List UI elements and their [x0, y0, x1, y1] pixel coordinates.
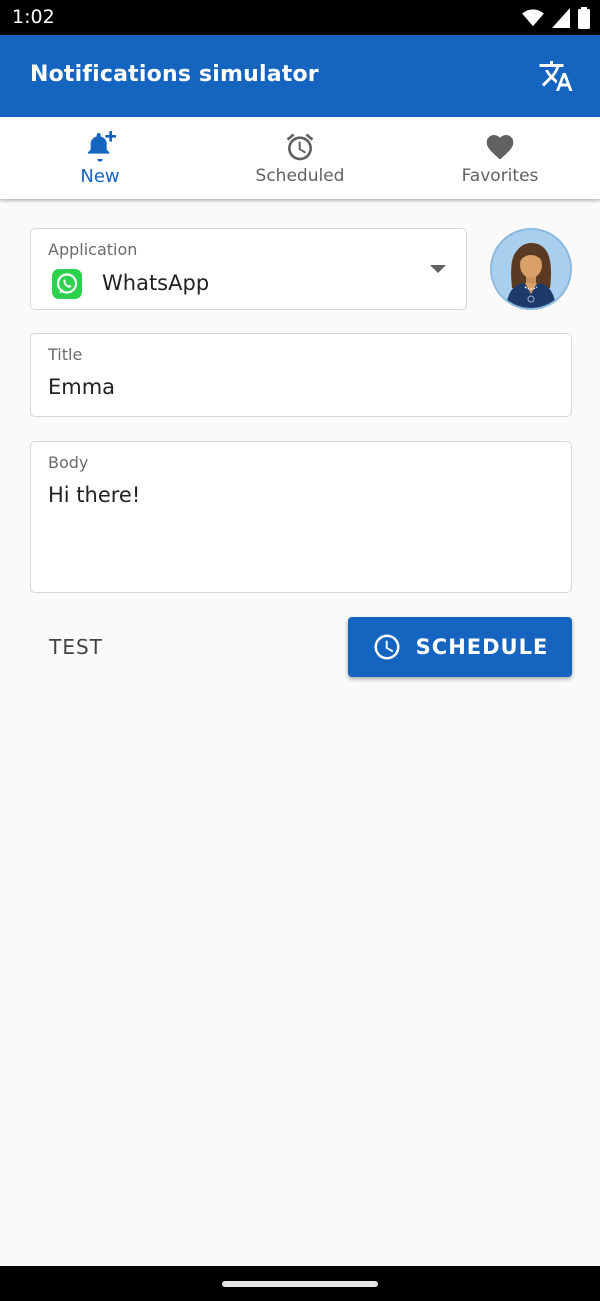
body-label: Body	[48, 453, 89, 472]
cell-signal-icon	[552, 8, 570, 28]
avatar[interactable]	[490, 228, 572, 310]
application-label: Application	[48, 240, 138, 259]
translate-icon[interactable]	[538, 58, 574, 94]
tab-new[interactable]: New	[0, 117, 200, 199]
alarm-clock-icon	[286, 133, 314, 161]
bell-plus-icon	[88, 131, 116, 162]
tab-bar: New Scheduled Favorites	[0, 117, 600, 199]
tab-label-new: New	[80, 166, 120, 187]
tab-label-scheduled: Scheduled	[255, 166, 345, 186]
status-time: 1:02	[12, 6, 55, 28]
battery-icon	[578, 7, 590, 29]
application-value: WhatsApp	[102, 271, 210, 295]
tab-label-favorites: Favorites	[461, 166, 539, 186]
wifi-icon	[522, 9, 544, 27]
title-field[interactable]: Title Emma	[30, 333, 572, 417]
schedule-button[interactable]: SCHEDULE	[348, 617, 572, 677]
clock-icon	[374, 634, 400, 660]
heart-icon	[486, 135, 514, 160]
tab-scheduled[interactable]: Scheduled	[200, 117, 400, 199]
whatsapp-icon	[52, 269, 82, 299]
app-bar: Notifications simulator	[0, 35, 600, 117]
app-title: Notifications simulator	[30, 62, 319, 87]
body-field[interactable]: Body Hi there!	[30, 441, 572, 593]
system-icons	[522, 7, 590, 29]
body-value[interactable]: Hi there!	[48, 483, 140, 507]
status-bar: 1:02	[0, 0, 600, 35]
title-label: Title	[48, 345, 83, 364]
title-value[interactable]: Emma	[48, 375, 115, 399]
tab-favorites[interactable]: Favorites	[400, 117, 600, 199]
test-button[interactable]: TEST	[30, 617, 122, 677]
home-handle[interactable]	[222, 1281, 378, 1287]
dropdown-arrow-icon	[430, 265, 446, 273]
application-select[interactable]: Application WhatsApp	[30, 228, 467, 310]
navigation-bar	[0, 1266, 600, 1301]
woman-avatar-icon	[506, 243, 556, 308]
schedule-label: SCHEDULE	[415, 635, 549, 659]
